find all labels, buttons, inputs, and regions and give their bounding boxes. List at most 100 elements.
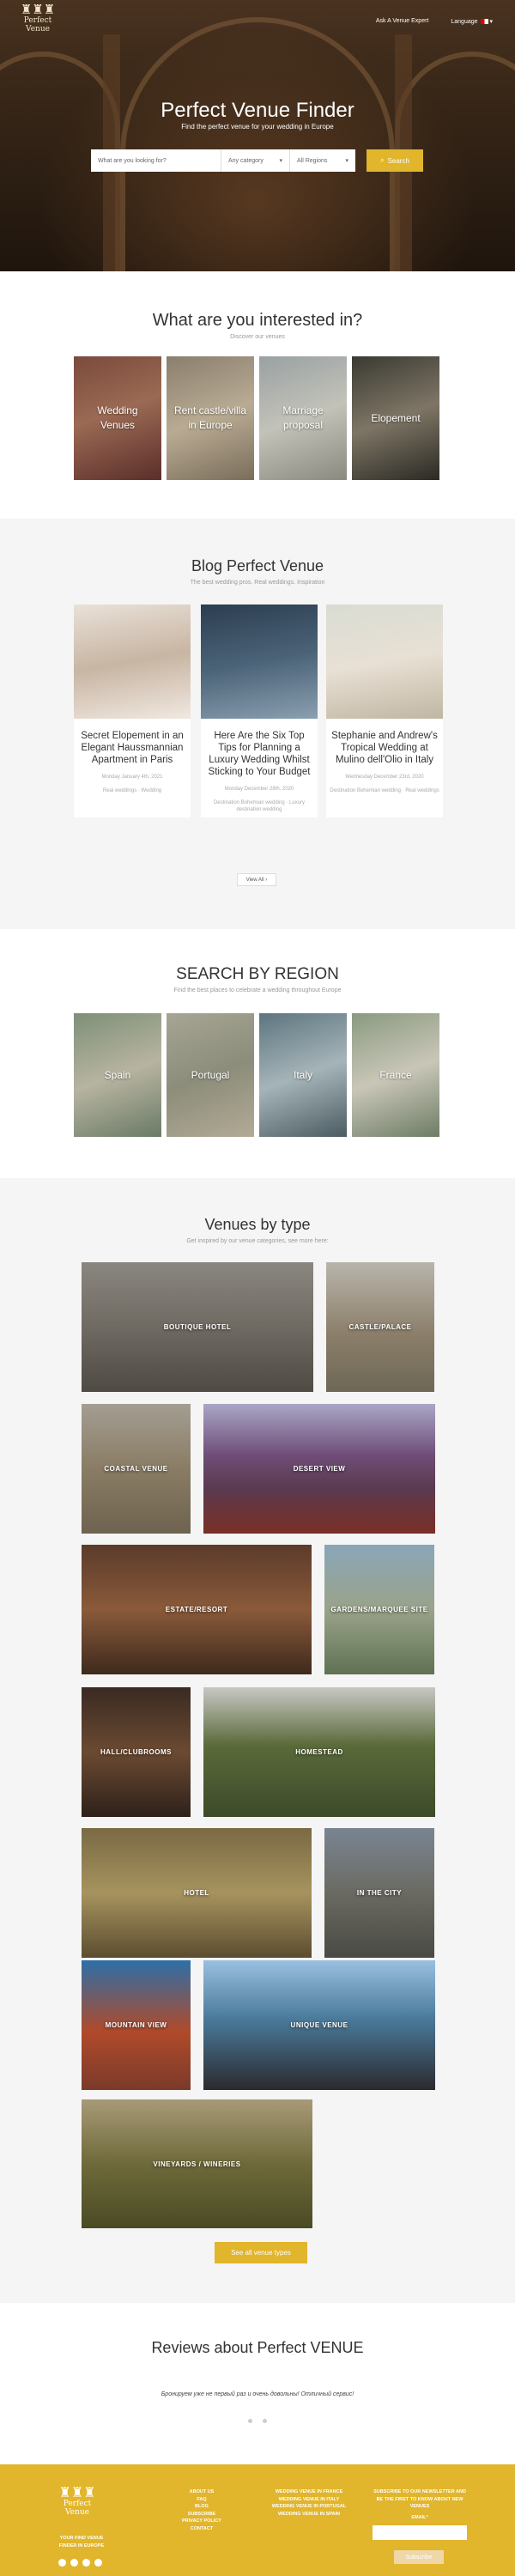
venue-type-hall-clubrooms[interactable]: HALL/CLUBROOMS	[82, 1687, 191, 1817]
footer-link-italy[interactable]: WEDDING VENUE IN ITALY	[266, 2496, 352, 2504]
pinterest-icon[interactable]	[82, 2559, 90, 2567]
blog-section: Blog Perfect Venue The best wedding pros…	[0, 519, 515, 929]
see-all-venue-types-button[interactable]: See all venue types	[215, 2242, 307, 2263]
venue-type-hotel[interactable]: HOTEL	[82, 1828, 312, 1958]
subscribe-button[interactable]: Subscribe	[394, 2550, 444, 2564]
logo-text: Perfect Venue	[23, 16, 52, 33]
blog-post-tags: Destination Bohemian wedding · Luxury de…	[213, 800, 306, 812]
view-all-label: View All	[245, 877, 264, 883]
venue-type-coastal-venue[interactable]: COASTAL VENUE	[82, 1404, 191, 1534]
footer: ♜♜♜ Perfect Venue YOUR FIND VENUE FINDER …	[0, 2464, 515, 2576]
castle-icon: ♜♜♜	[20, 2, 56, 17]
venue-type-label: GARDENS/MARQUEE SITE	[330, 1606, 428, 1613]
carousel-dots	[248, 2419, 267, 2423]
newsletter-email-input[interactable]	[373, 2525, 467, 2540]
search-button-label: Search	[387, 156, 409, 165]
tile-label: France	[379, 1068, 412, 1081]
newsletter-text: SUBSCRIBE TO OUR NEWSLETTER AND BE THE F…	[373, 2489, 466, 2509]
venue-type-label: ESTATE/RESORT	[165, 1606, 228, 1613]
venue-type-label: VINEYARDS / WINERIES	[153, 2160, 241, 2168]
venue-type-label: CASTLE/PALACE	[348, 1323, 412, 1331]
language-label: Language	[451, 19, 478, 25]
blog-image	[201, 605, 318, 719]
venue-type-label: BOUTIQUE HOTEL	[163, 1323, 232, 1331]
venue-type-estate-resort[interactable]: ESTATE/RESORT	[82, 1545, 312, 1674]
blog-post-title[interactable]: Stephanie and Andrew's Tropical Wedding …	[326, 719, 443, 766]
carousel-dot[interactable]	[248, 2419, 252, 2423]
blog-card[interactable]: Secret Elopement in an Elegant Haussmann…	[74, 605, 191, 817]
footer-link-spain[interactable]: WEDDING VENUE IN SPAIN	[266, 2511, 352, 2518]
search-placeholder: What are you looking for?	[98, 157, 167, 164]
interests-title: What are you interested in?	[152, 311, 363, 330]
footer-logo[interactable]: ♜♜♜ Perfect Venue	[52, 2486, 103, 2518]
search-button[interactable]: ⌕ Search	[367, 149, 423, 172]
facebook-icon[interactable]	[58, 2559, 66, 2567]
hero-section: ♜♜♜ Perfect Venue Ask A Venue Expert Lang…	[0, 0, 515, 271]
interest-tile-marriage-proposal[interactable]: Marriage proposal	[259, 356, 347, 480]
venue-type-desert-view[interactable]: DESERT VIEW	[203, 1404, 435, 1534]
blog-card[interactable]: Here Are the Six Top Tips for Planning a…	[201, 605, 318, 817]
category-value: Any category	[228, 157, 264, 164]
hero-title: Perfect Venue Finder	[161, 99, 354, 122]
region-select[interactable]: All Regions ▾	[290, 149, 355, 172]
blog-post-title[interactable]: Here Are the Six Top Tips for Planning a…	[201, 719, 318, 778]
hero-subtitle: Find the perfect venue for your wedding …	[181, 123, 334, 131]
venue-type-label: HOTEL	[184, 1889, 209, 1897]
venue-type-homestead[interactable]: HOMESTEAD	[203, 1687, 435, 1817]
venue-type-label: DESERT VIEW	[293, 1465, 346, 1473]
venue-types-title: Venues by type	[204, 1216, 311, 1233]
footer-tagline: YOUR FIND VENUE FINDER IN EUROPE	[58, 2536, 105, 2549]
footer-link-about[interactable]: ABOUT US	[172, 2488, 232, 2496]
region-tile-spain[interactable]: Spain	[74, 1013, 161, 1137]
blog-image	[326, 605, 443, 719]
footer-link-blog[interactable]: BLOG	[172, 2503, 232, 2511]
venue-type-unique-venue[interactable]: UNIQUE VENUE	[203, 1960, 435, 2090]
blog-subtitle: The best wedding pros. Real weddings. In…	[190, 580, 325, 586]
footer-links-regions: WEDDING VENUE IN FRANCE WEDDING VENUE IN…	[266, 2488, 352, 2518]
flag-icon	[480, 19, 488, 25]
footer-link-france[interactable]: WEDDING VENUE IN FRANCE	[266, 2488, 352, 2496]
venue-type-in-the-city[interactable]: IN THE CITY	[324, 1828, 434, 1958]
tile-label: Italy	[293, 1068, 312, 1081]
footer-link-contact[interactable]: CONTACT	[172, 2525, 232, 2533]
blog-card[interactable]: Stephanie and Andrew's Tropical Wedding …	[326, 605, 443, 817]
ask-expert-link[interactable]: Ask A Venue Expert	[376, 18, 429, 25]
reviews-section: Reviews about Perfect VENUE Бронируем уж…	[0, 2303, 515, 2464]
venue-type-label: HALL/CLUBROOMS	[100, 1748, 172, 1756]
venue-type-vineyards[interactable]: VINEYARDS / WINERIES	[82, 2099, 312, 2228]
logo[interactable]: ♜♜♜ Perfect Venue	[12, 2, 64, 34]
carousel-dot[interactable]	[263, 2419, 267, 2423]
venue-type-boutique-hotel[interactable]: BOUTIQUE HOTEL	[82, 1262, 313, 1392]
venue-type-castle-palace[interactable]: CASTLE/PALACE	[326, 1262, 434, 1392]
search-bar: What are you looking for? Any category ▾ …	[91, 149, 355, 172]
footer-link-portugal[interactable]: WEDDING VENUE IN PORTUGAL	[266, 2503, 352, 2511]
footer-link-faq[interactable]: FAQ	[172, 2496, 232, 2504]
venue-type-mountain-view[interactable]: MOUNTAIN VIEW	[82, 1960, 191, 2090]
instagram-icon[interactable]	[70, 2559, 78, 2567]
venue-type-gardens-marquee[interactable]: GARDENS/MARQUEE SITE	[324, 1545, 434, 1674]
interest-tile-rent-castle[interactable]: Rent castle/villa in Europe	[167, 356, 254, 480]
venue-type-label: UNIQUE VENUE	[290, 2021, 348, 2029]
blog-post-date: Monday December 28th, 2020	[224, 787, 294, 792]
blog-post-date: Wednesday December 23rd, 2020	[345, 775, 424, 780]
language-selector[interactable]: Language ▾	[451, 18, 493, 25]
venue-type-label: MOUNTAIN VIEW	[105, 2021, 167, 2029]
view-all-button[interactable]: View All ›	[237, 873, 276, 886]
tile-label: Portugal	[191, 1068, 230, 1081]
blog-post-tags: Real weddings · Wedding	[102, 788, 162, 793]
region-value: All Regions	[297, 157, 328, 164]
blog-post-title[interactable]: Secret Elopement in an Elegant Haussmann…	[74, 719, 191, 766]
footer-link-privacy[interactable]: PRIVACY POLICY	[172, 2518, 232, 2525]
region-tile-france[interactable]: France	[352, 1013, 439, 1137]
blog-image	[74, 605, 191, 719]
interest-tile-wedding-venues[interactable]: Wedding Venues	[74, 356, 161, 480]
region-section: SEARCH BY REGION Find the best places to…	[0, 929, 515, 1178]
interest-tile-elopement[interactable]: Elopement	[352, 356, 439, 480]
footer-link-subscribe[interactable]: SUBSCRIBE	[172, 2511, 232, 2518]
region-title: SEARCH BY REGION	[176, 965, 339, 983]
region-tile-italy[interactable]: Italy	[259, 1013, 347, 1137]
youtube-icon[interactable]	[94, 2559, 102, 2567]
search-input[interactable]: What are you looking for?	[91, 149, 221, 172]
region-tile-portugal[interactable]: Portugal	[167, 1013, 254, 1137]
category-select[interactable]: Any category ▾	[221, 149, 290, 172]
